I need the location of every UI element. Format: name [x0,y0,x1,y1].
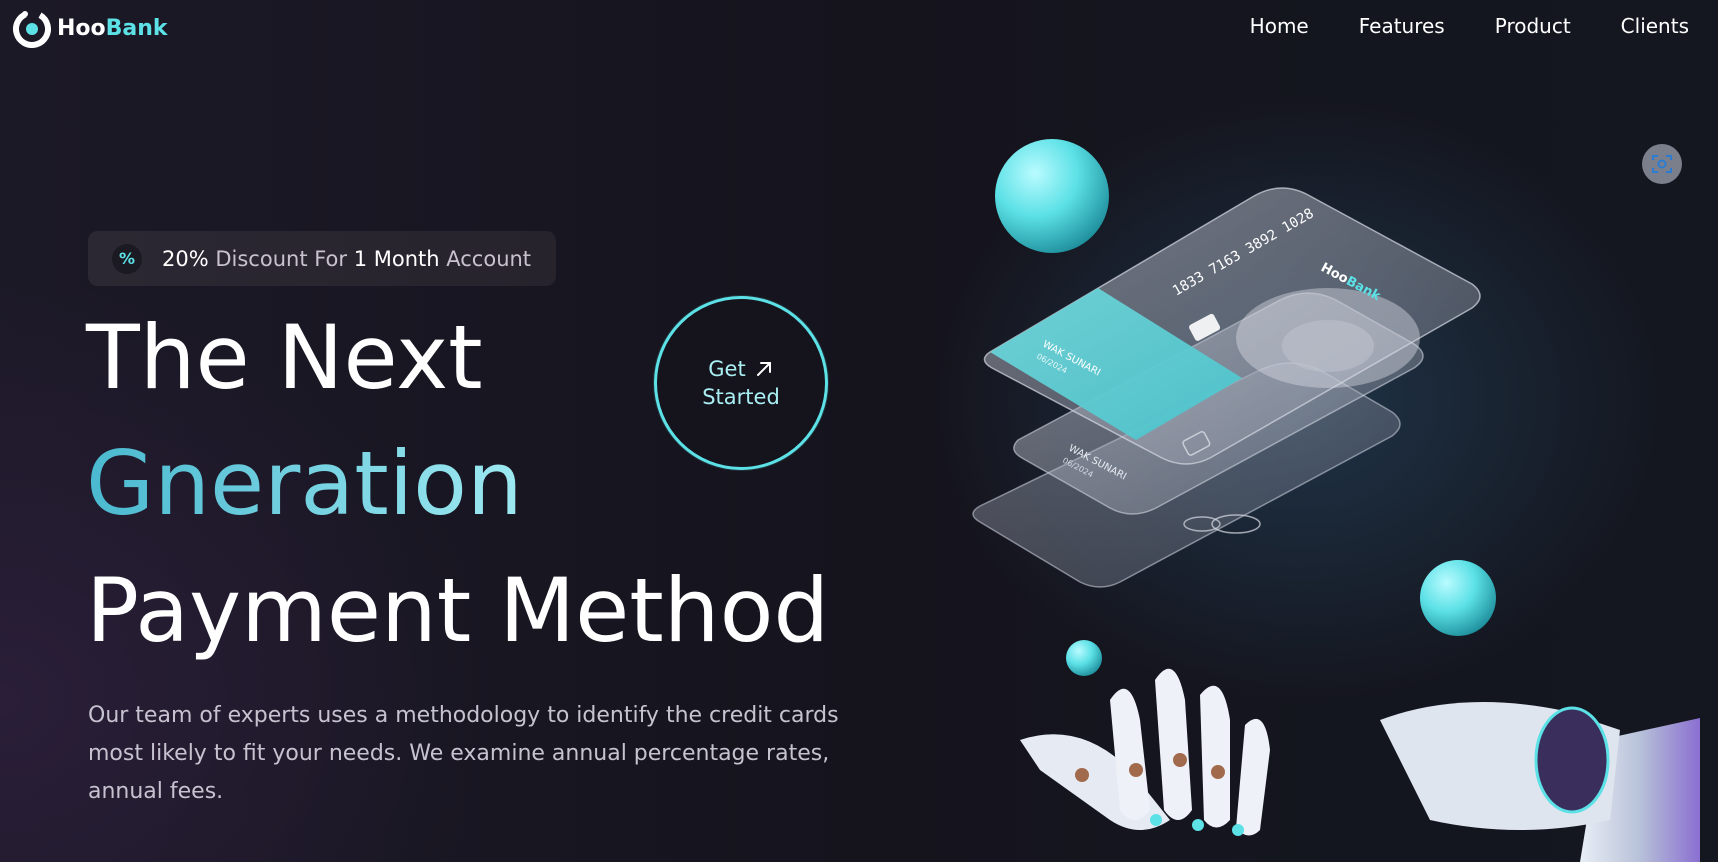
brand-name-part1: Hoo [57,15,106,41]
brand-logo[interactable]: HooBank [12,8,168,48]
main-nav: Home Features Product Clients [1250,14,1689,38]
discount-label-1: Discount For [208,246,354,271]
hero-title-line-2: Gneration [86,432,523,535]
arrow-up-right-icon [756,362,771,376]
discount-label-2: Account [439,246,532,271]
percent-icon: % [112,243,142,274]
get-started-button[interactable]: Get Started [654,296,828,470]
decor-sphere-small [1066,640,1102,676]
discount-duration: 1 Month [353,246,440,271]
nav-clients-link[interactable]: Clients [1621,14,1689,38]
get-started-label-2: Started [702,385,780,409]
decor-sphere-large [995,139,1109,253]
get-started-label-1: Get [708,357,746,381]
landing-page: HooBank Home Features Product Clients % … [0,0,1718,862]
hero-description: Our team of experts uses a methodology t… [88,703,839,804]
hero-title-line-3: Payment Method [86,559,830,662]
discount-badge: % 20% Discount For 1 Month Account [88,231,556,286]
hoobank-logo-icon [13,10,51,48]
discount-percent: 20% [162,246,209,271]
discount-text: 20% Discount For 1 Month Account [162,247,531,271]
hero-title-line-1: The Next [86,306,483,409]
nav-product-link[interactable]: Product [1495,14,1571,38]
robot-hand [1020,668,1700,862]
hero-illustration: WAK SUNARI 06/2024 1833 7163 3892 1028 H… [972,139,1700,862]
decor-sphere-medium [1420,560,1496,636]
nav-features-link[interactable]: Features [1359,14,1445,38]
brand-name-part2: Bank [105,15,168,41]
brand-name: HooBank [57,16,168,41]
nav-home-link[interactable]: Home [1250,14,1309,38]
